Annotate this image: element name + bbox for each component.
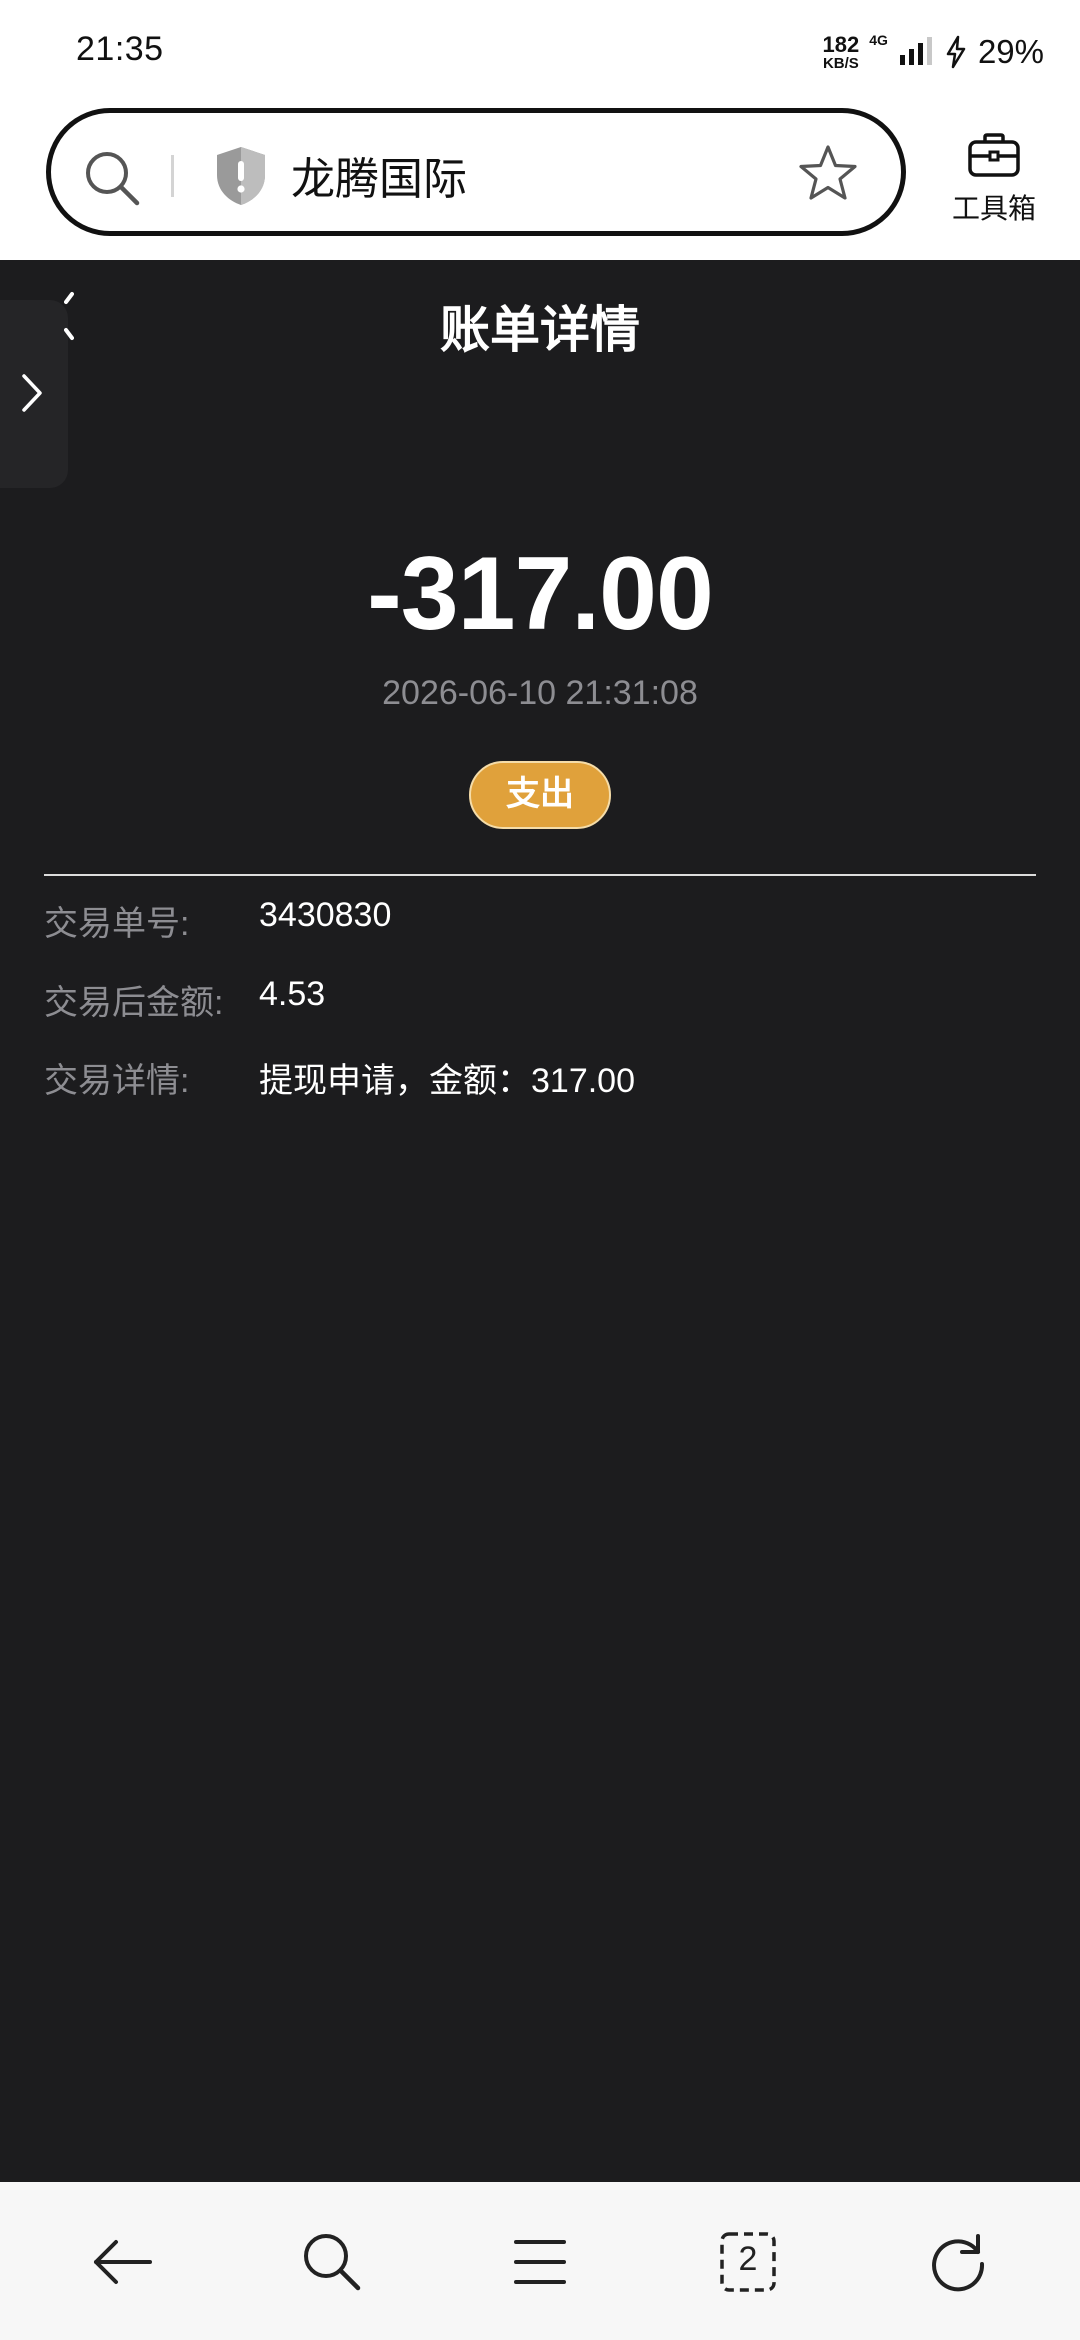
section-divider [44, 874, 1036, 876]
toolbox-icon [968, 133, 1020, 177]
page-title: 账单详情 [440, 302, 640, 358]
detail-label: 交易详情: [44, 1062, 190, 1100]
charging-icon [946, 35, 966, 69]
detail-value: 提现申请，金额：317.00 [259, 1062, 635, 1100]
bottom-navigation: 2 [0, 2182, 1080, 2340]
status-indicators: 182 KB/S 4G 29% [823, 28, 1044, 76]
address-divider [171, 155, 174, 197]
toolbox-label: 工具箱 [951, 193, 1036, 224]
network-speed: 182 KB/S [822, 31, 860, 72]
shield-warning-icon[interactable] [213, 145, 269, 212]
refresh-icon[interactable] [926, 2230, 990, 2294]
tab-count: 2 [738, 2240, 758, 2278]
transaction-amount: -317.00 [367, 536, 714, 652]
status-bar: 21:35 182 KB/S 4G 29% [0, 0, 1080, 104]
detail-label: 交易后金额: [44, 984, 224, 1022]
status-time: 21:35 [76, 30, 164, 68]
detail-value: 4.53 [259, 975, 326, 1013]
address-bar[interactable]: 龙腾国际 [46, 108, 906, 236]
chevron-right-icon [22, 374, 42, 412]
star-icon[interactable] [797, 143, 859, 210]
search-icon[interactable] [300, 2230, 364, 2294]
back-arrow-icon[interactable] [90, 2230, 154, 2294]
network-type: 4G [869, 32, 888, 48]
tabs-button[interactable]: 2 [716, 2230, 780, 2294]
side-drawer-handle[interactable] [0, 300, 68, 488]
bill-detail-page: 账单详情 -317.00 2026-06-10 21:31:08 支出 交易单号… [0, 260, 1080, 2182]
battery-level: 29% [977, 33, 1044, 70]
network-speed-unit: KB/S [822, 54, 859, 72]
transaction-type-badge: 支出 [469, 761, 611, 829]
back-icon-fragment[interactable] [64, 290, 74, 342]
detail-label: 交易单号: [44, 905, 190, 943]
address-text[interactable]: 龙腾国际 [291, 143, 467, 207]
toolbox-button[interactable]: 工具箱 [950, 132, 1038, 227]
menu-icon[interactable] [508, 2230, 572, 2294]
network-speed-value: 182 [822, 31, 860, 57]
detail-value: 3430830 [259, 896, 392, 934]
search-icon[interactable] [83, 149, 143, 214]
transaction-datetime: 2026-06-10 21:31:08 [382, 674, 698, 712]
signal-icon [899, 37, 932, 65]
